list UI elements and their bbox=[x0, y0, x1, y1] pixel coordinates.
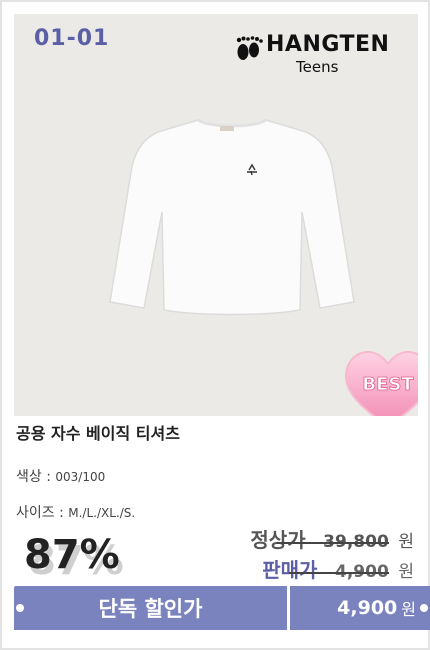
color-value: 003/100 bbox=[55, 470, 106, 484]
exclusive-price-bar[interactable]: 단독 할인가 4,900 원 bbox=[14, 586, 430, 630]
bar-right-dot bbox=[420, 604, 428, 612]
footprint-logo-icon bbox=[236, 36, 263, 60]
brand-logo: HANGTEN Teens bbox=[234, 32, 394, 78]
sale-price-value: 4,900 bbox=[289, 562, 389, 582]
brand-subline: Teens bbox=[296, 58, 339, 76]
exclusive-price-currency: 원 bbox=[401, 600, 416, 619]
product-image[interactable]: 01-01 HANGTEN Teens BEST bbox=[14, 14, 418, 416]
product-title[interactable]: 공용 자수 베이직 티셔츠 bbox=[16, 420, 180, 444]
regular-price-row: 정상가 39,800 원 bbox=[250, 524, 414, 553]
color-attribute: 색상 : 003/100 bbox=[16, 466, 105, 486]
regular-price-label: 정상가 bbox=[250, 528, 306, 552]
best-badge-icon: BEST bbox=[344, 350, 418, 416]
exclusive-price-box[interactable]: 4,900 원 bbox=[290, 586, 430, 630]
sale-price-label: 판매가 bbox=[262, 558, 318, 582]
discount-rate: 87% 87% bbox=[24, 532, 124, 584]
badge-label: BEST bbox=[362, 374, 414, 395]
brand-name: HANGTEN bbox=[266, 32, 390, 57]
product-card[interactable]: 01-01 HANGTEN Teens BEST 공용 자수 베이직 티셔츠 색… bbox=[0, 0, 430, 650]
size-attribute: 사이즈 : M./L./XL./S. bbox=[16, 502, 135, 522]
size-label: 사이즈 : bbox=[16, 505, 64, 521]
tshirt-image bbox=[109, 118, 355, 316]
exclusive-discount-label: 단독 할인가 bbox=[98, 597, 203, 621]
discount-rate-value: 87% bbox=[24, 532, 120, 578]
sale-price-row: 판매가 4,900 원 bbox=[262, 554, 414, 583]
size-value: M./L./XL./S. bbox=[68, 506, 136, 520]
regular-price-currency: 원 bbox=[398, 532, 414, 552]
exclusive-discount-button[interactable]: 단독 할인가 bbox=[14, 586, 287, 630]
color-label: 색상 : bbox=[16, 469, 51, 485]
regular-price-value: 39,800 bbox=[277, 532, 389, 552]
bar-left-dot bbox=[16, 604, 24, 612]
sale-price-currency: 원 bbox=[398, 562, 414, 582]
product-code: 01-01 bbox=[34, 26, 110, 51]
exclusive-price-value: 4,900 bbox=[337, 597, 398, 619]
